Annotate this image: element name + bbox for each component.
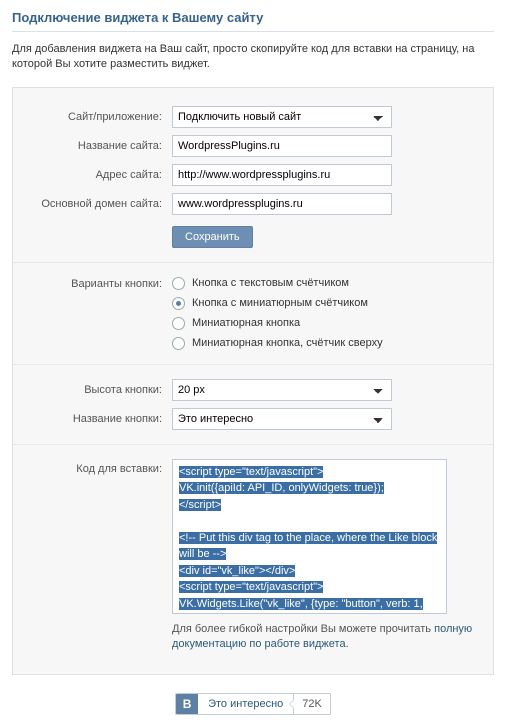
radio-icon <box>172 297 185 310</box>
radio-icon <box>172 317 185 330</box>
like-widget[interactable]: В Это интересно 72K <box>175 693 331 715</box>
radio-label: Миниатюрная кнопка, счётчик сверху <box>192 337 383 349</box>
code-textarea[interactable]: <script type="text/javascript"> VK.init(… <box>172 459 447 614</box>
radio-label: Миниатюрная кнопка <box>192 317 300 329</box>
divider <box>13 444 493 445</box>
site-name-label: Название сайта: <box>27 140 172 152</box>
radio-option[interactable]: Кнопка с текстовым счётчиком <box>172 277 479 290</box>
site-domain-label: Основной домен сайта: <box>27 198 172 210</box>
variants-radio-group: Кнопка с текстовым счётчиком Кнопка с мин… <box>172 277 479 350</box>
radio-icon <box>172 277 185 290</box>
variants-label: Варианты кнопки: <box>27 277 172 290</box>
page-title: Подключение виджета к Вашему сайту <box>12 10 494 32</box>
site-domain-input[interactable] <box>172 193 392 215</box>
hint-text: Для более гибкой настройки Вы можете про… <box>172 622 479 653</box>
intro-text: Для добавления виджета на Ваш сайт, прос… <box>12 42 494 73</box>
height-label: Высота кнопки: <box>27 384 172 396</box>
radio-label: Кнопка с текстовым счётчиком <box>192 277 349 289</box>
vk-logo-icon: В <box>176 694 198 714</box>
radio-icon <box>172 337 185 350</box>
divider <box>13 262 493 263</box>
site-app-select[interactable]: Подключить новый сайт <box>172 106 392 128</box>
site-url-label: Адрес сайта: <box>27 169 172 181</box>
site-url-input[interactable] <box>172 164 392 186</box>
site-name-input[interactable] <box>172 135 392 157</box>
button-name-label: Название кнопки: <box>27 413 172 425</box>
like-count: 72K <box>293 694 330 714</box>
site-app-label: Сайт/приложение: <box>27 111 172 123</box>
radio-option[interactable]: Миниатюрная кнопка, счётчик сверху <box>172 337 479 350</box>
radio-label: Кнопка с миниатюрным счётчиком <box>192 297 368 309</box>
button-name-select[interactable]: Это интересно <box>172 408 392 430</box>
divider <box>13 364 493 365</box>
save-button[interactable]: Сохранить <box>172 226 253 248</box>
radio-option[interactable]: Миниатюрная кнопка <box>172 317 479 330</box>
height-select[interactable]: 20 px <box>172 379 392 401</box>
radio-option[interactable]: Кнопка с миниатюрным счётчиком <box>172 297 479 310</box>
settings-panel: Сайт/приложение: Подключить новый сайт Н… <box>12 87 494 675</box>
like-text: Это интересно <box>198 694 293 714</box>
code-label: Код для вставки: <box>27 459 172 475</box>
